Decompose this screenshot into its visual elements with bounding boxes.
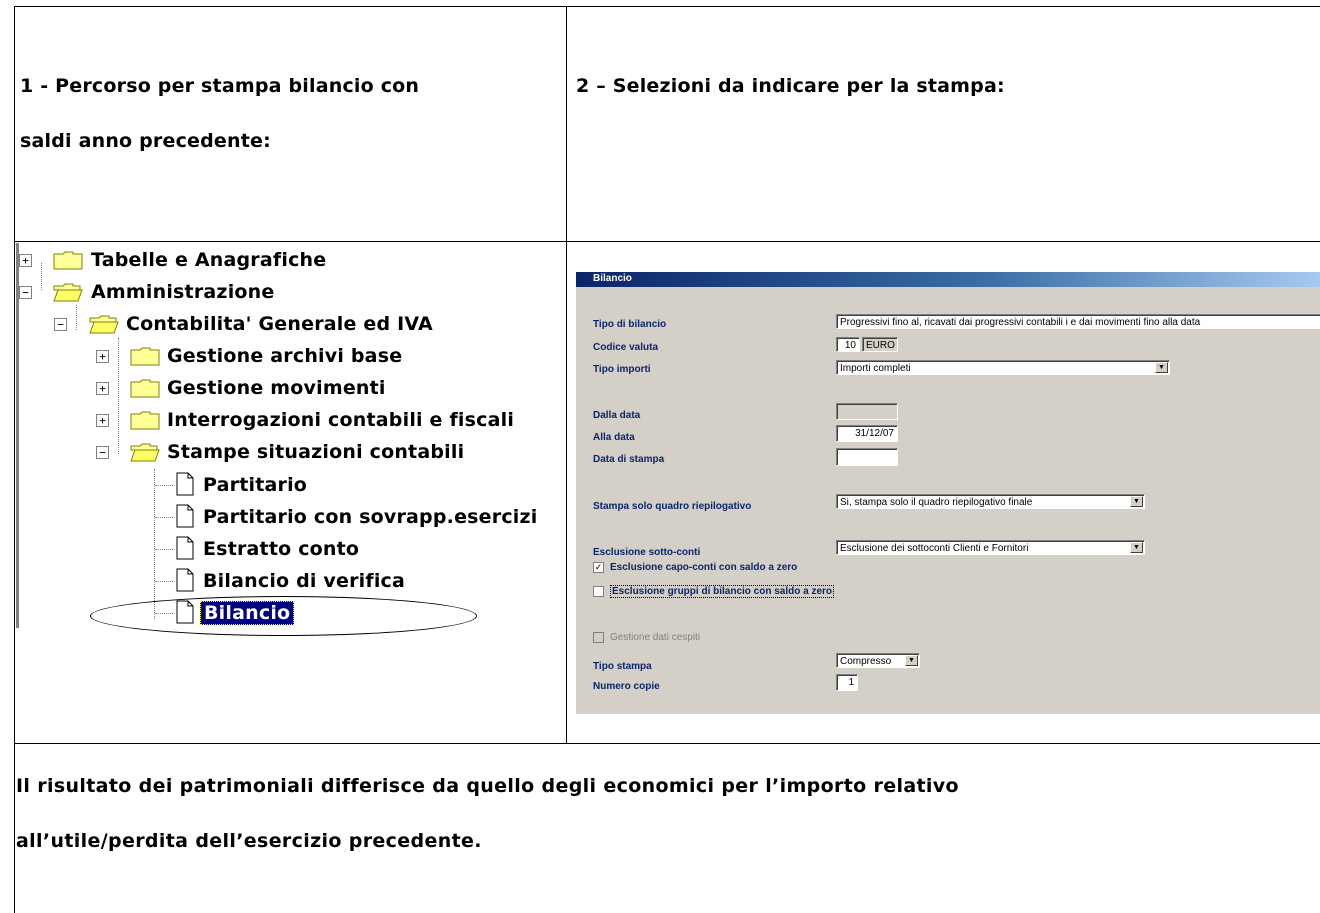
codice-valuta-code-field[interactable]: 10	[836, 337, 860, 352]
tipo-bilancio-select[interactable]: Progressivi fino al, ricavati dai progre…	[836, 314, 1320, 329]
tipo-bilancio-label: Tipo di bilancio	[593, 319, 667, 330]
expand-plus-icon[interactable]: +	[96, 382, 109, 395]
checkbox-disabled-icon	[593, 632, 604, 643]
esclusione-sottoconti-label: Esclusione sotto-conti	[593, 547, 701, 558]
footer-text-line1: Il risultato dei patrimoniali differisce…	[16, 775, 959, 797]
folder-open-icon	[130, 443, 160, 462]
dialog-title: Bilancio	[593, 273, 632, 284]
esclusione-sottoconti-value: Esclusione dei sottoconti Clienti e Forn…	[840, 543, 1029, 554]
data-stampa-field[interactable]	[836, 448, 898, 466]
tipo-stampa-select[interactable]: Compresso ▼	[836, 653, 920, 668]
tipo-importi-value: Importi completi	[840, 363, 911, 374]
alla-data-field[interactable]: 31/12/07	[836, 425, 898, 442]
table-border-left	[14, 6, 15, 913]
esclusione-gruppi-checkbox[interactable]: Esclusione gruppi di bilancio con saldo …	[593, 585, 835, 598]
stampa-quadro-select[interactable]: Si, stampa solo il quadro riepilogativo …	[836, 494, 1145, 509]
collapse-minus-icon[interactable]: −	[96, 446, 109, 459]
expand-plus-icon[interactable]: +	[96, 350, 109, 363]
document-icon	[176, 472, 194, 496]
tree-item-label: Bilancio di verifica	[203, 570, 406, 592]
esclusione-gruppi-label: Esclusione gruppi di bilancio con saldo …	[610, 585, 835, 598]
stampa-quadro-value: Si, stampa solo il quadro riepilogativo …	[840, 497, 1033, 508]
folder-closed-icon	[130, 379, 160, 398]
tree-item-label: Estratto conto	[203, 538, 360, 560]
tree-item-label: Tabelle e Anagrafiche	[91, 249, 327, 271]
esclusione-sottoconti-select[interactable]: Esclusione dei sottoconti Clienti e Forn…	[836, 540, 1145, 555]
tree-scroll-edge	[16, 243, 19, 628]
section2-heading-text: 2 – Selezioni da indicare per la stampa:	[576, 75, 1005, 97]
numero-copie-label: Numero copie	[593, 681, 660, 692]
collapse-minus-icon[interactable]: −	[19, 286, 32, 299]
dalla-data-label: Dalla data	[593, 410, 641, 421]
tree-item-label: Contabilita' Generale ed IVA	[126, 313, 433, 335]
document-icon	[176, 536, 194, 560]
table-border-top	[14, 6, 1320, 7]
section1-heading-line2: saldi anno precedente:	[20, 130, 271, 152]
navigation-tree: + Tabelle e Anagrafiche − Amministrazion…	[16, 243, 568, 628]
data-stampa-label: Data di stampa	[593, 454, 665, 465]
esclusione-capo-conti-label: Esclusione capo-conti con saldo a zero	[610, 562, 798, 573]
codice-valuta-name-field: EURO	[862, 337, 898, 352]
gestione-cespiti-label: Gestione dati cespiti	[610, 632, 701, 643]
folder-closed-icon	[130, 411, 160, 430]
expand-plus-icon[interactable]: +	[96, 414, 109, 427]
tipo-stampa-label: Tipo stampa	[593, 661, 652, 672]
chevron-down-icon[interactable]: ▼	[1130, 542, 1143, 553]
highlight-ellipse	[90, 596, 477, 636]
collapse-minus-icon[interactable]: −	[54, 318, 67, 331]
dalla-data-field	[836, 403, 898, 420]
gestione-cespiti-checkbox: Gestione dati cespiti	[593, 632, 700, 643]
tipo-importi-select[interactable]: Importi completi ▼	[836, 360, 1170, 375]
table-divider-row2	[14, 743, 1320, 744]
stampa-quadro-label: Stampa solo quadro riepilogativo	[593, 501, 752, 512]
footer-text-line2: all’utile/perdita dell’esercizio precede…	[16, 830, 482, 852]
section1-heading-line1: 1 - Percorso per stampa bilancio con	[20, 75, 420, 97]
bilancio-dialog: Bilancio Tipo di bilancio Progressivi fi…	[576, 272, 1320, 714]
folder-closed-icon	[130, 347, 160, 366]
dialog-title-bar: Bilancio	[576, 272, 1320, 287]
tree-item-label: Interrogazioni contabili e fiscali	[167, 409, 515, 431]
tree-item-label: Gestione archivi base	[167, 345, 403, 367]
codice-valuta-label: Codice valuta	[593, 342, 659, 353]
folder-open-icon	[89, 315, 119, 334]
expand-plus-icon[interactable]: +	[19, 254, 32, 267]
tipo-stampa-value: Compresso	[840, 656, 892, 667]
tree-item-label: Amministrazione	[91, 281, 275, 303]
alla-data-label: Alla data	[593, 432, 635, 443]
tree-item-label: Partitario	[203, 474, 308, 496]
esclusione-capo-conti-checkbox[interactable]: ✓ Esclusione capo-conti con saldo a zero	[593, 562, 797, 573]
document-icon	[176, 568, 194, 592]
folder-open-icon	[53, 283, 83, 302]
chevron-down-icon[interactable]: ▼	[1155, 362, 1168, 373]
tree-item-label: Partitario con sovrapp.esercizi	[203, 506, 538, 528]
document-icon	[176, 504, 194, 528]
tree-item-label: Stampe situazioni contabili	[167, 441, 465, 463]
folder-closed-icon	[53, 251, 83, 270]
tipo-importi-label: Tipo importi	[593, 364, 651, 375]
numero-copie-field[interactable]: 1	[836, 674, 858, 691]
chevron-down-icon[interactable]: ▼	[1130, 496, 1143, 507]
checkbox-unchecked-icon[interactable]	[593, 586, 604, 597]
checkbox-checked-icon[interactable]: ✓	[593, 562, 604, 573]
tree-item-label: Gestione movimenti	[167, 377, 386, 399]
chevron-down-icon[interactable]: ▼	[905, 655, 918, 666]
table-divider-row1	[14, 241, 1320, 242]
